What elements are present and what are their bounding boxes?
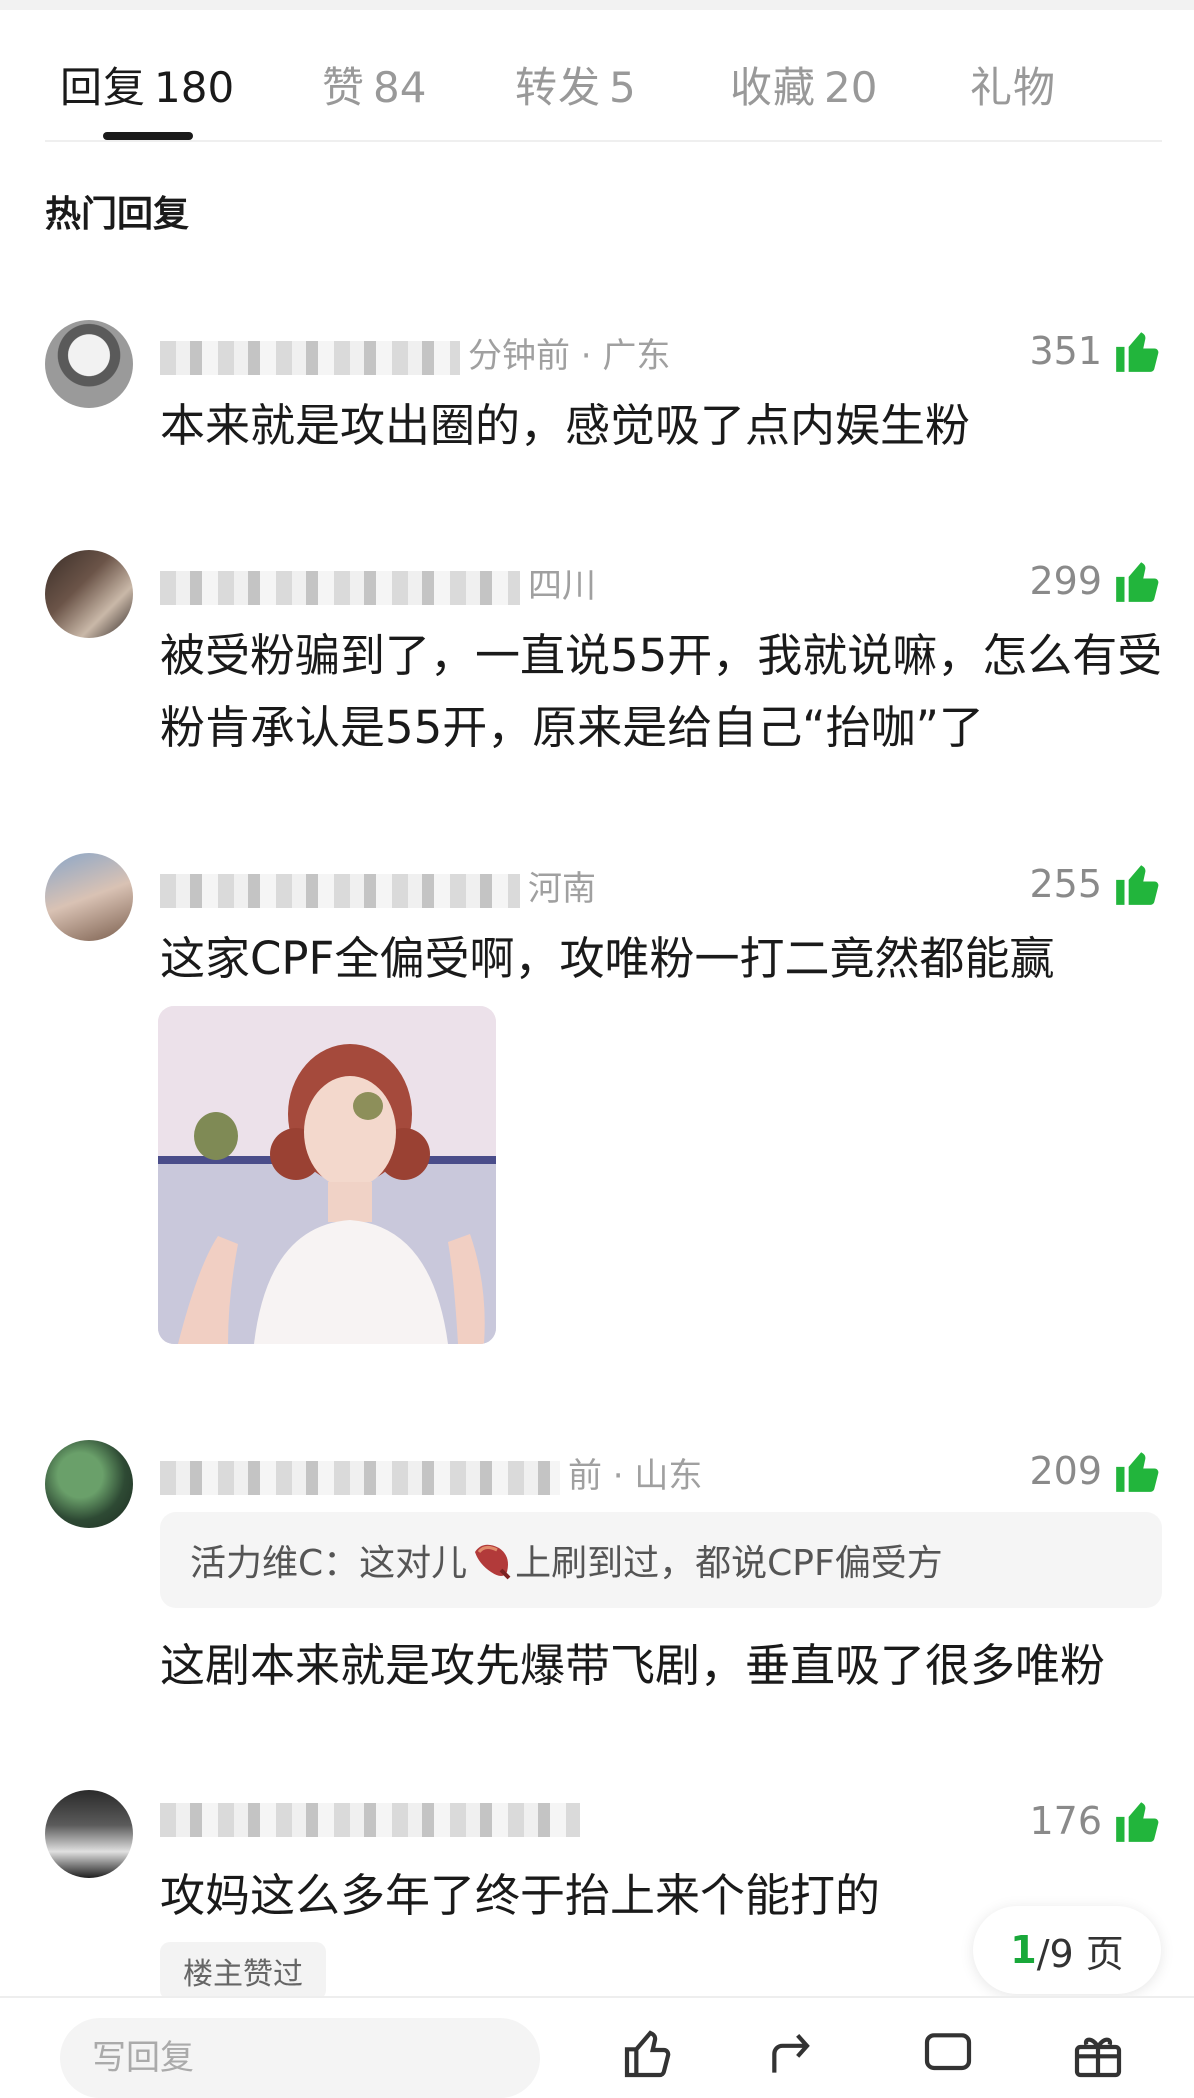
- time-location: 河南: [528, 869, 596, 909]
- username-masked[interactable]: [160, 340, 460, 375]
- quoted-text: 上刷到过，都说CPF偏受方: [515, 1543, 943, 1584]
- comment-text: 本来就是攻出圈的，感觉吸了点内娱生粉: [160, 399, 971, 452]
- op-liked-badge: 楼主赞过: [160, 1942, 326, 2000]
- tab-replies[interactable]: 回复 180: [60, 54, 234, 115]
- tab-label: 礼物: [970, 63, 1057, 112]
- bottom-action-bar: 写回复: [0, 1996, 1194, 2098]
- tab-label: 收藏: [730, 63, 817, 112]
- comment-meta: 河南: [160, 861, 596, 910]
- divider: [45, 140, 1162, 142]
- tab-count: 5: [609, 63, 636, 112]
- like-count: 255: [1029, 862, 1102, 906]
- thumb-up-icon: [1116, 332, 1159, 372]
- like-count: 209: [1029, 1449, 1102, 1493]
- quoted-reply[interactable]: 活力维C： 这对儿 上刷到过，都说CPF偏受方: [160, 1512, 1162, 1608]
- time-location: 分钟前 · 广东: [468, 336, 671, 376]
- thumb-up-icon: [1116, 562, 1159, 602]
- username-masked[interactable]: [160, 1460, 560, 1495]
- avatar[interactable]: [45, 1440, 133, 1528]
- tab-bar: 回复 180 赞 84 转发 5 收藏 20 礼物: [0, 40, 1194, 140]
- page-indicator[interactable]: 1/9 页: [973, 1906, 1161, 1994]
- total-pages: /9 页: [1036, 1931, 1124, 1976]
- username-masked[interactable]: [160, 873, 520, 908]
- current-page: 1: [1010, 1928, 1037, 1972]
- comment-meta: 分钟前 · 广东: [160, 328, 670, 377]
- like-count: 176: [1029, 1799, 1102, 1843]
- thumb-up-icon: [1116, 865, 1159, 905]
- quoted-text: 这对儿: [359, 1543, 468, 1584]
- comment-meta: 四川: [160, 558, 596, 607]
- like-button[interactable]: 351: [1029, 326, 1162, 376]
- tab-count: 180: [154, 63, 235, 112]
- tab-reposts[interactable]: 转发 5: [515, 54, 636, 115]
- username-masked[interactable]: [160, 570, 520, 605]
- avatar[interactable]: [45, 1790, 133, 1878]
- like-button[interactable]: 176: [1029, 1796, 1162, 1846]
- tab-label: 赞: [322, 63, 366, 112]
- comment-image[interactable]: [158, 1006, 496, 1344]
- reply-input[interactable]: 写回复: [60, 2018, 540, 2098]
- status-strip: [0, 0, 1194, 10]
- tab-gifts[interactable]: 礼物: [970, 54, 1056, 115]
- active-tab-indicator: [103, 132, 193, 140]
- comment-text: 被受粉骗到了，一直说55开，我就说嘛，怎么有受粉肯承认是55开，原来是给自己“抬…: [160, 629, 1163, 754]
- thumb-up-icon: [1116, 1452, 1159, 1492]
- meme-image-icon: [158, 1006, 496, 1344]
- sweet-potato-icon: [475, 1544, 511, 1580]
- tab-label: 转发: [515, 63, 602, 112]
- username-masked[interactable]: [160, 1802, 580, 1837]
- thumb-up-icon: [1116, 1802, 1159, 1842]
- comment-meta: [160, 1798, 588, 1838]
- like-button[interactable]: 209: [1029, 1446, 1162, 1496]
- tab-label: 回复: [60, 63, 147, 112]
- like-button[interactable]: 299: [1029, 556, 1162, 606]
- like-button[interactable]: 255: [1029, 859, 1162, 909]
- comment-meta: 前 · 山东: [160, 1448, 702, 1497]
- quoted-username[interactable]: 活力维C：: [190, 1534, 359, 1586]
- tab-likes[interactable]: 赞 84: [322, 54, 426, 115]
- tab-count: 20: [824, 63, 878, 112]
- avatar[interactable]: [45, 853, 133, 941]
- avatar[interactable]: [45, 550, 133, 638]
- comment-text: 这家CPF全偏受啊，攻唯粉一打二竟然都能赢: [160, 932, 1055, 985]
- tab-favorites[interactable]: 收藏 20: [730, 54, 877, 115]
- like-count: 299: [1029, 559, 1102, 603]
- avatar[interactable]: [45, 320, 133, 408]
- comment-text: 这剧本来就是攻先爆带飞剧，垂直吸了很多唯粉: [160, 1639, 1106, 1692]
- like-count: 351: [1029, 329, 1102, 373]
- time-location: 四川: [528, 566, 596, 606]
- tab-count: 84: [373, 63, 427, 112]
- image-wrapper: [0, 1006, 1194, 1344]
- time-location: 前 · 山东: [568, 1456, 703, 1496]
- section-title: 热门回复: [45, 194, 190, 235]
